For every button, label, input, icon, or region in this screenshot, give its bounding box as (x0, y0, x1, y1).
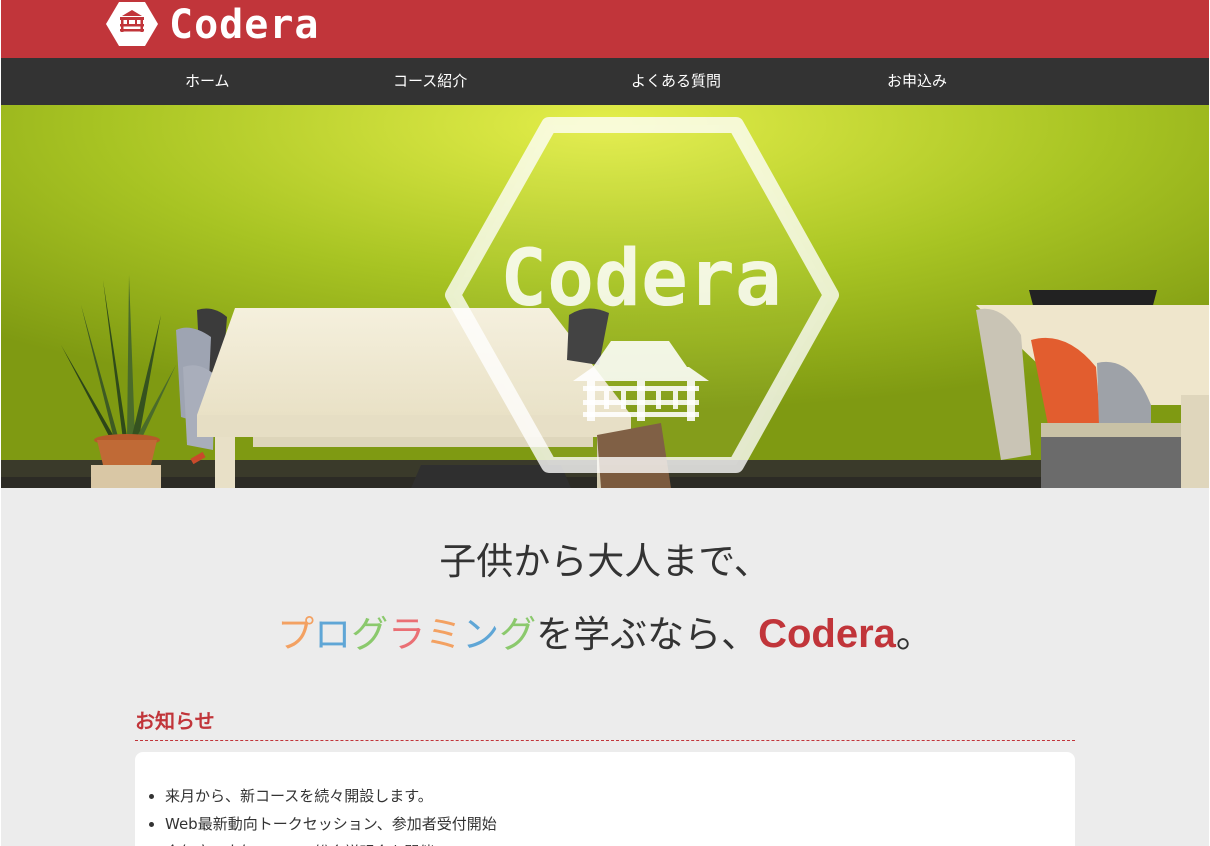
nav-item-courses[interactable]: コース紹介 (393, 58, 467, 105)
tagline-brand: Codera (758, 612, 896, 656)
news-heading: お知らせ (135, 706, 1075, 741)
programming-char: グ (499, 613, 537, 656)
page: Codera ホーム コース紹介 よくある質問 お申込み Codera 子供から… (1, 0, 1209, 846)
tagline-line-2: プログラミングを学ぶなら、Codera。 (1, 610, 1209, 658)
main-nav: ホーム コース紹介 よくある質問 お申込み (1, 58, 1209, 105)
programming-char: ン (462, 613, 500, 656)
programming-char: ロ (314, 613, 352, 656)
programming-word: プログラミング (277, 613, 536, 656)
news-panel: 来月から、新コースを続々開設します。 Web最新動向トークセッション、参加者受付… (135, 752, 1075, 846)
news-item[interactable]: 今年度の人気コースの総合説明会を開催 (165, 838, 1075, 846)
programming-char: プ (277, 613, 315, 656)
programming-char: ミ (425, 613, 463, 656)
news-list: 来月から、新コースを続々開設します。 Web最新動向トークセッション、参加者受付… (135, 752, 1075, 846)
programming-char: ラ (388, 613, 426, 656)
tagline-middle: を学ぶなら、 (536, 613, 759, 656)
site-logo[interactable]: Codera (105, 0, 320, 48)
programming-char: グ (351, 613, 389, 656)
nav-item-apply[interactable]: お申込み (887, 58, 947, 105)
temple-hexagon-icon (106, 2, 158, 46)
site-header: Codera (1, 0, 1209, 58)
nav-item-faq[interactable]: よくある質問 (631, 58, 721, 105)
tagline: 子供から大人まで、 プログラミングを学ぶなら、Codera。 (1, 540, 1209, 658)
hero-image: Codera (1, 105, 1209, 488)
tagline-end: 。 (895, 613, 933, 656)
news-item[interactable]: Web最新動向トークセッション、参加者受付開始 (165, 810, 1075, 838)
tagline-line-1: 子供から大人まで、 (439, 540, 771, 583)
hero-logo-text: Codera (500, 234, 782, 324)
nav-item-home[interactable]: ホーム (185, 58, 230, 105)
news-item[interactable]: 来月から、新コースを続々開設します。 (165, 782, 1075, 810)
site-logo-text: Codera (169, 2, 320, 48)
